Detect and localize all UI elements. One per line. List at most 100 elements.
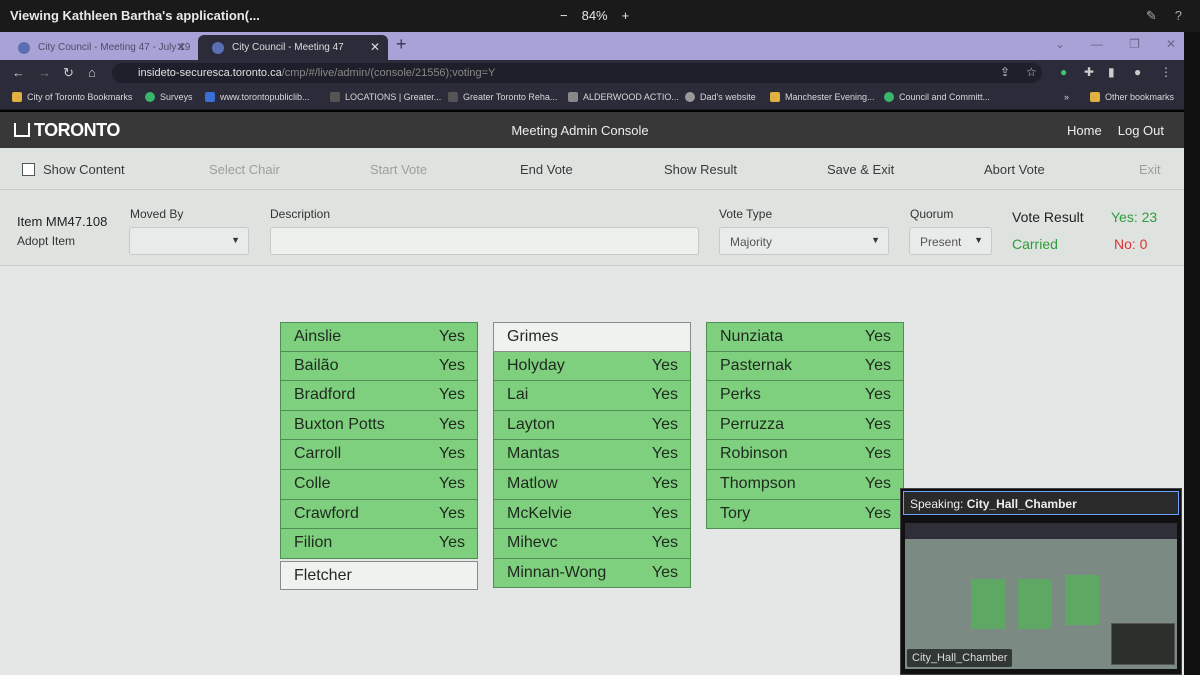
vote-row[interactable]: Perruzza Yes: [706, 410, 904, 441]
bookmark-item[interactable]: City of Toronto Bookmarks: [12, 92, 132, 102]
city-council-favicon-icon: [212, 42, 224, 54]
vote-row[interactable]: Minnan-Wong Yes: [493, 558, 691, 589]
vote-row[interactable]: Holyday Yes: [493, 351, 691, 382]
exit-button[interactable]: Exit: [1139, 162, 1161, 177]
zoom-level: 84%: [581, 8, 608, 23]
logout-link[interactable]: Log Out: [1118, 123, 1164, 138]
tab-meeting-47-july[interactable]: City Council - Meeting 47 - July 19 ✕: [4, 35, 194, 60]
close-tab-icon[interactable]: ✕: [370, 40, 380, 54]
speaker-video-tile[interactable]: Speaking: City_Hall_Chamber City_Hall_Ch…: [900, 488, 1182, 675]
vote-row[interactable]: Nunziata Yes: [706, 322, 904, 352]
new-tab-icon[interactable]: +: [396, 34, 407, 55]
bookmark-item[interactable]: Dad's website: [685, 92, 756, 102]
vote-row[interactable]: Layton Yes: [493, 410, 691, 441]
bookmark-item[interactable]: ALDERWOOD ACTIO...: [568, 92, 679, 102]
vote-row[interactable]: Fletcher: [280, 560, 478, 591]
show-content-checkbox[interactable]: Show Content: [22, 162, 125, 177]
extension-icon[interactable]: ●: [1060, 65, 1067, 79]
bookmark-star-icon[interactable]: ☆: [1026, 65, 1037, 79]
minimize-icon[interactable]: —: [1091, 37, 1103, 51]
moved-by-select[interactable]: ▼: [129, 227, 249, 255]
vote-row[interactable]: Tory Yes: [706, 499, 904, 530]
address-bar-row: ← → ↻ ⌂ insideto-securesca.toronto.ca/cm…: [0, 60, 1184, 86]
vote-row[interactable]: Mihevc Yes: [493, 529, 691, 559]
vote-row[interactable]: Filion Yes: [280, 529, 478, 559]
vote-row[interactable]: Grimes: [493, 322, 691, 352]
vote-row[interactable]: Bradford Yes: [280, 381, 478, 411]
bookmark-item[interactable]: Other bookmarks: [1090, 92, 1174, 102]
bookmark-item[interactable]: Surveys: [145, 92, 193, 102]
home-icon[interactable]: ⌂: [88, 65, 96, 80]
participant-name-label: City_Hall_Chamber: [907, 649, 1013, 667]
save-exit-button[interactable]: Save & Exit: [827, 162, 894, 177]
vote-type-select[interactable]: Majority ▼: [719, 227, 889, 255]
vote-type-label: Vote Type: [719, 207, 773, 221]
city-council-favicon-icon: [18, 42, 30, 54]
vote-row[interactable]: Buxton Potts Yes: [280, 410, 478, 441]
start-vote-button[interactable]: Start Vote: [370, 162, 427, 177]
close-tab-icon[interactable]: ✕: [176, 40, 186, 54]
chevron-down-icon: ▼: [231, 235, 240, 245]
zoom-out-button[interactable]: −: [560, 8, 568, 23]
vote-row[interactable]: McKelvie Yes: [493, 499, 691, 530]
page-title: Meeting Admin Console: [511, 123, 649, 138]
back-icon[interactable]: ←: [12, 65, 25, 80]
vote-column-3: Nunziata Yes Pasternak Yes Perks Yes Perruz…: [706, 322, 904, 530]
reload-icon[interactable]: ↻: [63, 65, 74, 81]
bookmark-item[interactable]: Greater Toronto Reha...: [448, 92, 557, 102]
profile-icon[interactable]: ●: [1134, 65, 1141, 79]
item-action: Adopt Item: [17, 234, 76, 248]
vote-row[interactable]: Robinson Yes: [706, 440, 904, 470]
close-window-icon[interactable]: ✕: [1166, 37, 1176, 51]
zoom-in-button[interactable]: +: [622, 8, 630, 23]
forward-icon[interactable]: →: [38, 65, 51, 80]
vote-column-1: Ainslie Yes Bailão Yes Bradford Yes Buxton …: [280, 322, 478, 591]
sidebar-icon[interactable]: ▮: [1108, 65, 1115, 79]
restore-icon[interactable]: ❐: [1129, 37, 1140, 51]
quorum-select[interactable]: Present ▼: [909, 227, 992, 255]
vote-row[interactable]: Bailão Yes: [280, 351, 478, 382]
vote-row[interactable]: Mantas Yes: [493, 440, 691, 470]
vote-row[interactable]: Colle Yes: [280, 469, 478, 500]
speaking-indicator: Speaking: City_Hall_Chamber: [903, 491, 1179, 515]
menu-kebab-icon[interactable]: ⋮: [1160, 65, 1172, 79]
help-icon[interactable]: ?: [1175, 8, 1182, 24]
url-input[interactable]: insideto-securesca.toronto.ca/cmp/#/live…: [112, 63, 1042, 83]
tab-label: City Council - Meeting 47 - July 19: [38, 42, 191, 53]
bookmark-item[interactable]: LOCATIONS | Greater...: [330, 92, 441, 102]
vote-row[interactable]: Ainslie Yes: [280, 322, 478, 352]
vote-row[interactable]: Thompson Yes: [706, 469, 904, 500]
checkbox-icon[interactable]: [22, 163, 35, 176]
show-result-button[interactable]: Show Result: [664, 162, 737, 177]
header-links: Home Log Out: [1067, 123, 1164, 138]
viewing-title: Viewing Kathleen Bartha's application(..…: [10, 8, 260, 23]
vote-row[interactable]: Perks Yes: [706, 381, 904, 411]
description-field[interactable]: [270, 227, 699, 255]
viewer-scrollbar[interactable]: [1184, 32, 1200, 675]
extensions-puzzle-icon[interactable]: ✚: [1084, 65, 1094, 79]
bookmark-item[interactable]: Manchester Evening...: [770, 92, 875, 102]
zoom-controls: − 84% +: [560, 8, 629, 23]
vote-row[interactable]: Carroll Yes: [280, 440, 478, 470]
vote-column-2: Grimes Holyday Yes Lai Yes Layton Yes Manta…: [493, 322, 691, 589]
vote-row[interactable]: Lai Yes: [493, 381, 691, 411]
vote-row[interactable]: Pasternak Yes: [706, 351, 904, 382]
no-count: No: 0: [1114, 236, 1148, 252]
home-link[interactable]: Home: [1067, 123, 1102, 138]
bookmark-item[interactable]: www.torontopubliclib...: [205, 92, 310, 102]
chevron-down-icon[interactable]: ⌄: [1055, 37, 1065, 51]
bookmark-item[interactable]: Council and Committ...: [884, 92, 990, 102]
abort-vote-button[interactable]: Abort Vote: [984, 162, 1045, 177]
viewer-icons: ✎ ?: [1146, 8, 1182, 24]
camera-thumbnail: [1111, 623, 1175, 665]
vote-row[interactable]: Matlow Yes: [493, 469, 691, 500]
tab-meeting-47[interactable]: City Council - Meeting 47 ✕: [198, 35, 388, 60]
more-bookmarks-icon[interactable]: »: [1064, 92, 1069, 102]
annotate-icon[interactable]: ✎: [1146, 8, 1157, 24]
item-form: Item MM47.108 Adopt Item Moved By ▼ Desc…: [0, 190, 1184, 266]
description-label: Description: [270, 207, 331, 221]
vote-row[interactable]: Crawford Yes: [280, 499, 478, 530]
share-icon[interactable]: ⇪: [1000, 65, 1010, 79]
select-chair-button[interactable]: Select Chair: [209, 162, 280, 177]
end-vote-button[interactable]: End Vote: [520, 162, 573, 177]
